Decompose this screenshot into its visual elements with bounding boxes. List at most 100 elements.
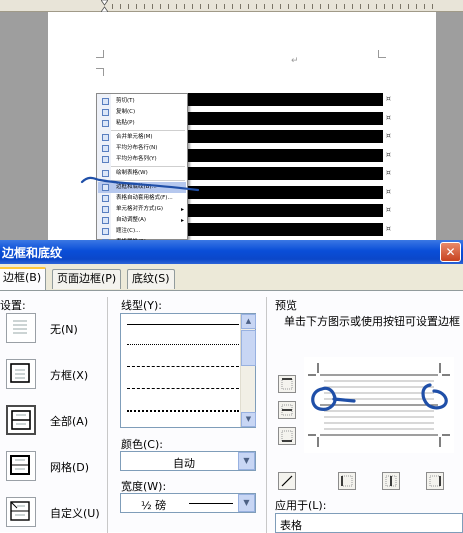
tab-page-border[interactable]: 页面边框(P)	[52, 269, 122, 289]
inside-vertical-border-button[interactable]	[382, 472, 400, 490]
scrollbar-thumb[interactable]	[241, 330, 256, 366]
document-table[interactable]: ¤ ¤ ¤ ¤ ¤ ¤ ¤ ¤	[185, 93, 391, 239]
scroll-down-icon[interactable]: ▼	[241, 412, 256, 427]
table-row[interactable]: ¤	[185, 204, 391, 217]
dialog-title-bar[interactable]: 边框和底纹 ✕	[0, 240, 463, 264]
ruler-tick	[344, 4, 345, 9]
tab-shading[interactable]: 底纹(S)	[127, 269, 175, 289]
table-row[interactable]: ¤	[185, 185, 391, 199]
ruler-tick	[176, 4, 177, 9]
menu-item-caption[interactable]: 题注(C)...	[98, 226, 186, 237]
diagonal-down-border-button[interactable]	[278, 472, 296, 490]
border-preview[interactable]	[304, 357, 454, 453]
apply-to-label: 应用于(L):	[275, 499, 327, 512]
table-row[interactable]: ¤	[185, 167, 391, 180]
margin-corner-mark	[378, 50, 386, 58]
column-divider	[107, 297, 108, 533]
menu-item-label: 合并单元格(M)	[116, 134, 153, 140]
menu-item-distribute-columns[interactable]: 平均分布各列(Y)	[98, 154, 186, 165]
menu-item-autofit[interactable]: 自动调整(A) ▸	[98, 215, 186, 226]
table-row[interactable]: ¤	[185, 93, 391, 106]
menu-item-distribute-rows[interactable]: 平均分布各行(N)	[98, 143, 186, 154]
menu-item-merge-cells[interactable]: 合并单元格(M)	[98, 132, 186, 143]
border-left-icon	[341, 475, 353, 487]
top-border-button[interactable]	[278, 375, 296, 393]
borders-shading-dialog: 边框和底纹 ✕ 边框(B) 页面边框(P) 底纹(S) 设置: 无(N) 方框(X…	[0, 240, 463, 533]
menu-separator	[111, 130, 185, 131]
ruler-tick	[288, 4, 289, 9]
width-value: ½ 磅	[141, 499, 167, 512]
ruler-tick	[336, 4, 337, 9]
table-row[interactable]: ¤	[185, 111, 391, 125]
ruler-tick	[128, 4, 129, 9]
setting-option-label[interactable]: 无(N)	[50, 321, 78, 337]
margin-corner-mark	[96, 50, 104, 58]
line-style-solid[interactable]	[127, 324, 239, 325]
table-row[interactable]: ¤	[185, 130, 391, 143]
ruler-tick	[216, 4, 217, 9]
line-style-dash-dot[interactable]	[127, 410, 239, 412]
apply-to-value: 表格	[280, 519, 302, 532]
distribute-columns-icon	[102, 156, 109, 163]
row-end-mark: ¤	[385, 112, 391, 122]
border-top-icon	[281, 378, 293, 390]
ruler-tick	[432, 4, 433, 9]
paragraph-mark-icon: ↵	[291, 56, 299, 66]
setting-option-label[interactable]: 方框(X)	[50, 367, 88, 383]
menu-item-copy[interactable]: 复制(C)	[98, 107, 186, 118]
ruler-tick	[144, 4, 145, 9]
chevron-down-icon[interactable]: ▼	[238, 452, 255, 470]
caption-icon	[102, 228, 109, 235]
border-all-icon[interactable]	[6, 405, 36, 435]
width-select[interactable]: ½ 磅 ▼	[120, 493, 256, 513]
close-button[interactable]: ✕	[440, 242, 461, 262]
autofit-icon	[102, 217, 109, 224]
setting-option-label[interactable]: 网格(D)	[50, 459, 89, 475]
setting-option-label[interactable]: 自定义(U)	[50, 505, 100, 521]
setting-option-label[interactable]: 全部(A)	[50, 413, 88, 429]
ruler-tick	[296, 4, 297, 9]
ruler-tick	[368, 4, 369, 9]
line-style-list[interactable]: ▲ ▼	[120, 313, 256, 428]
horizontal-ruler[interactable]	[0, 0, 463, 12]
bottom-border-button[interactable]	[278, 427, 296, 445]
ruler-tick	[352, 4, 353, 9]
menu-item-cut[interactable]: 剪切(T)	[98, 96, 186, 107]
scroll-up-icon[interactable]: ▲	[241, 314, 256, 329]
ruler-tick	[384, 4, 385, 9]
menu-item-cell-align[interactable]: 单元格对齐方式(G) ▸	[98, 204, 186, 215]
menu-separator	[111, 166, 185, 167]
width-line-sample	[189, 503, 233, 504]
menu-item-label: 自动调整(A)	[116, 217, 147, 223]
line-style-scrollbar[interactable]: ▲ ▼	[240, 314, 256, 427]
menu-item-paste[interactable]: 粘贴(P)	[98, 118, 186, 129]
table-row[interactable]: ¤	[185, 222, 391, 236]
color-select[interactable]: 自动 ▼	[120, 451, 256, 471]
indent-marker-icon[interactable]	[101, 0, 108, 12]
inside-horizontal-border-button[interactable]	[278, 401, 296, 419]
border-none-icon[interactable]	[6, 313, 36, 343]
left-border-button[interactable]	[338, 472, 356, 490]
tab-borders[interactable]: 边框(B)	[0, 267, 47, 290]
border-custom-icon[interactable]	[6, 497, 36, 527]
row-end-mark: ¤	[385, 131, 391, 140]
line-style-fine-dash[interactable]	[127, 366, 239, 367]
distribute-rows-icon	[102, 145, 109, 152]
settings-label: 设置:	[0, 299, 26, 312]
dialog-title: 边框和底纹	[2, 246, 63, 260]
chevron-down-icon[interactable]: ▼	[238, 494, 255, 512]
ruler-tick	[360, 4, 361, 9]
ruler-tick	[160, 4, 161, 9]
right-border-button[interactable]	[426, 472, 444, 490]
border-grid-icon[interactable]	[6, 451, 36, 481]
menu-item-label: 平均分布各行(N)	[116, 145, 158, 151]
border-box-icon[interactable]	[6, 359, 36, 389]
line-style-dash[interactable]	[127, 388, 239, 389]
line-style-dotted[interactable]	[127, 344, 239, 345]
ruler-tick	[152, 4, 153, 9]
apply-to-select[interactable]: 表格	[275, 513, 463, 533]
ruler-tick	[416, 4, 417, 9]
border-right-icon	[429, 475, 441, 487]
table-row[interactable]: ¤	[185, 148, 391, 162]
ruler-tick	[120, 4, 121, 9]
